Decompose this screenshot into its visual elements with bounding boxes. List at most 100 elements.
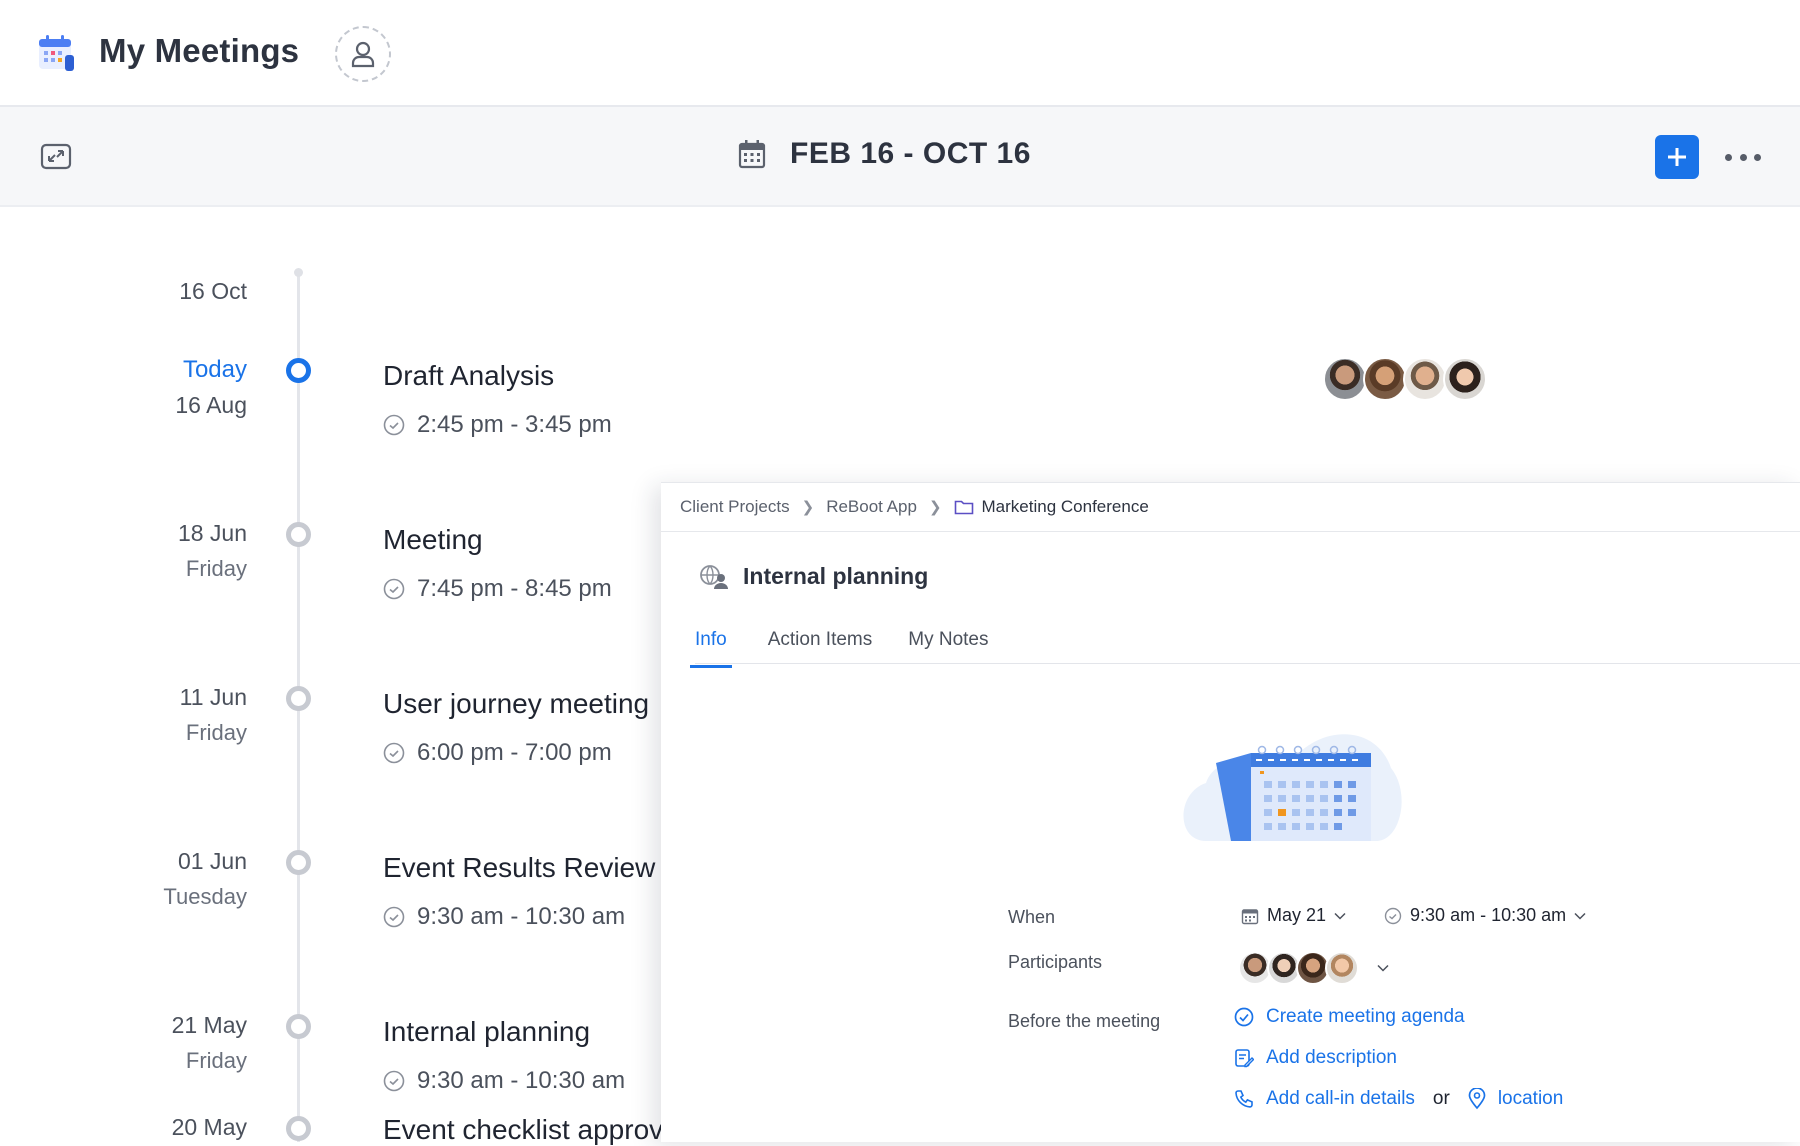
tabs-divider bbox=[695, 663, 1800, 664]
clock-icon bbox=[383, 414, 405, 436]
calendar-app-icon bbox=[39, 35, 74, 71]
participants-avatars[interactable] bbox=[1323, 357, 1487, 401]
breadcrumb-current[interactable]: Marketing Conference bbox=[954, 497, 1149, 517]
date-label: 18 Jun bbox=[177, 520, 247, 546]
edit-note-icon bbox=[1235, 1049, 1254, 1068]
clock-icon bbox=[1384, 907, 1402, 924]
date-label: 21 May bbox=[171, 1012, 247, 1038]
toolbar: FEB 16 - OCT 16 bbox=[0, 107, 1800, 207]
ellipsis-icon bbox=[1754, 153, 1761, 161]
timeline-date: 18 Jun Friday bbox=[178, 520, 247, 582]
meeting-item[interactable]: Draft Analysis 2:45 pm - 3:45 pm bbox=[383, 360, 612, 439]
meeting-detail-title: Internal planning bbox=[743, 563, 929, 589]
meeting-item[interactable]: Meeting 7:45 pm - 8:45 pm bbox=[383, 524, 612, 603]
timeline-date: Today 16 Aug bbox=[175, 356, 247, 419]
app-header: My Meetings bbox=[0, 0, 1800, 107]
date-label: 16 Aug bbox=[175, 392, 247, 418]
meeting-title: Internal planning bbox=[383, 1016, 591, 1047]
meeting-detail-panel: Client Projects ❯ ReBoot App ❯ Marketing… bbox=[661, 482, 1800, 1142]
add-description-link[interactable]: Add description bbox=[1234, 1047, 1397, 1069]
time-dropdown[interactable]: 9:30 am - 10:30 am bbox=[1410, 905, 1566, 926]
meeting-time: 7:45 pm - 8:45 pm bbox=[383, 575, 612, 603]
before-meeting-label: Before the meeting bbox=[1008, 1011, 1161, 1031]
participants-label: Participants bbox=[1008, 952, 1103, 972]
date-range-label: FEB 16 - OCT 16 bbox=[790, 137, 1031, 170]
add-meeting-button[interactable] bbox=[1655, 135, 1699, 179]
timeline-start-date: 16 Oct bbox=[179, 278, 247, 305]
when-label: When bbox=[1008, 907, 1056, 927]
meeting-item[interactable]: User journey meeting 6:00 pm - 7:00 pm bbox=[383, 688, 649, 767]
meeting-title: Event checklist approv bbox=[383, 1114, 664, 1145]
call-in-location-row: Add call-in details or location bbox=[1234, 1088, 1563, 1110]
timeline-date: 21 May Friday bbox=[172, 1012, 247, 1074]
avatar bbox=[1443, 357, 1487, 401]
date-label: 11 Jun bbox=[179, 684, 247, 710]
folder-icon bbox=[954, 500, 973, 515]
meeting-item[interactable]: Event Results Review 9:30 am - 10:30 am bbox=[383, 852, 655, 931]
page-title: My Meetings bbox=[99, 32, 300, 69]
meeting-item[interactable]: Internal planning 9:30 am - 10:30 am bbox=[383, 1016, 625, 1095]
chevron-down-icon[interactable] bbox=[1334, 912, 1346, 920]
plus-icon bbox=[1668, 148, 1686, 166]
chevron-right-icon: ❯ bbox=[928, 499, 942, 516]
date-label: 01 Jun bbox=[177, 848, 247, 874]
expand-icon[interactable] bbox=[40, 142, 72, 172]
meeting-title: Draft Analysis bbox=[383, 360, 555, 391]
participants-picker[interactable] bbox=[1238, 951, 1389, 985]
timeline-date: 11 Jun Friday bbox=[180, 684, 247, 746]
chevron-down-icon[interactable] bbox=[1377, 964, 1389, 972]
group-meeting-icon bbox=[700, 564, 728, 589]
timeline-date: 01 Jun Tuesday bbox=[163, 848, 247, 910]
create-agenda-text: Create meeting agenda bbox=[1266, 1006, 1465, 1027]
location-pin-icon bbox=[1468, 1088, 1486, 1110]
timeline-date: 20 May bbox=[172, 1114, 247, 1141]
divider bbox=[661, 531, 1800, 532]
breadcrumb-item[interactable]: Client Projects bbox=[680, 497, 790, 517]
clock-icon bbox=[383, 742, 405, 764]
check-circle-icon bbox=[1234, 1007, 1254, 1027]
profile-button[interactable] bbox=[335, 26, 391, 82]
meeting-time: 9:30 am - 10:30 am bbox=[383, 1067, 625, 1095]
timeline-start-label: 16 Oct bbox=[179, 278, 247, 304]
day-label: Tuesday bbox=[163, 884, 247, 909]
add-location-link[interactable]: location bbox=[1498, 1088, 1564, 1110]
add-call-in-link[interactable]: Add call-in details bbox=[1266, 1088, 1415, 1110]
chevron-right-icon: ❯ bbox=[801, 499, 815, 516]
meeting-item[interactable]: Event checklist approv bbox=[383, 1114, 663, 1146]
calendar-illustration bbox=[1183, 734, 1402, 841]
day-label: Friday bbox=[185, 1048, 247, 1073]
breadcrumb-item: Marketing Conference bbox=[981, 497, 1149, 516]
when-value: May 21 9:30 am - 10:30 am bbox=[1241, 905, 1586, 926]
meeting-time-text: 6:00 pm - 7:00 pm bbox=[417, 739, 612, 766]
timeline-node bbox=[286, 686, 311, 711]
meeting-title: Meeting bbox=[383, 524, 483, 555]
today-label: Today bbox=[182, 356, 247, 383]
day-label: Friday bbox=[185, 720, 247, 745]
calendar-icon bbox=[1241, 908, 1259, 924]
timeline-node bbox=[286, 850, 311, 875]
meeting-time: 9:30 am - 10:30 am bbox=[383, 903, 655, 931]
meeting-time-text: 2:45 pm - 3:45 pm bbox=[417, 411, 612, 438]
date-range[interactable]: FEB 16 - OCT 16 bbox=[738, 137, 1031, 171]
breadcrumb-item[interactable]: ReBoot App bbox=[826, 497, 917, 517]
meeting-time-text: 9:30 am - 10:30 am bbox=[417, 1067, 626, 1094]
timeline-node-active bbox=[286, 358, 311, 383]
day-label: Friday bbox=[185, 556, 247, 581]
more-options-button[interactable] bbox=[1725, 147, 1761, 167]
meeting-title: Event Results Review bbox=[383, 852, 656, 883]
clock-icon bbox=[383, 1070, 405, 1092]
timeline-start-dot bbox=[294, 268, 303, 277]
avatar bbox=[1363, 357, 1407, 401]
ellipsis-icon bbox=[1725, 153, 1732, 161]
breadcrumb: Client Projects ❯ ReBoot App ❯ Marketing… bbox=[680, 497, 1149, 517]
create-agenda-link[interactable]: Create meeting agenda bbox=[1234, 1006, 1465, 1028]
timeline-node bbox=[286, 522, 311, 547]
calendar-icon bbox=[738, 140, 766, 169]
meeting-time: 2:45 pm - 3:45 pm bbox=[383, 411, 612, 439]
phone-icon bbox=[1235, 1090, 1253, 1108]
avatar bbox=[1325, 951, 1359, 985]
user-icon bbox=[351, 41, 375, 68]
chevron-down-icon[interactable] bbox=[1574, 912, 1586, 920]
avatar bbox=[1403, 357, 1447, 401]
date-dropdown[interactable]: May 21 bbox=[1267, 905, 1326, 926]
